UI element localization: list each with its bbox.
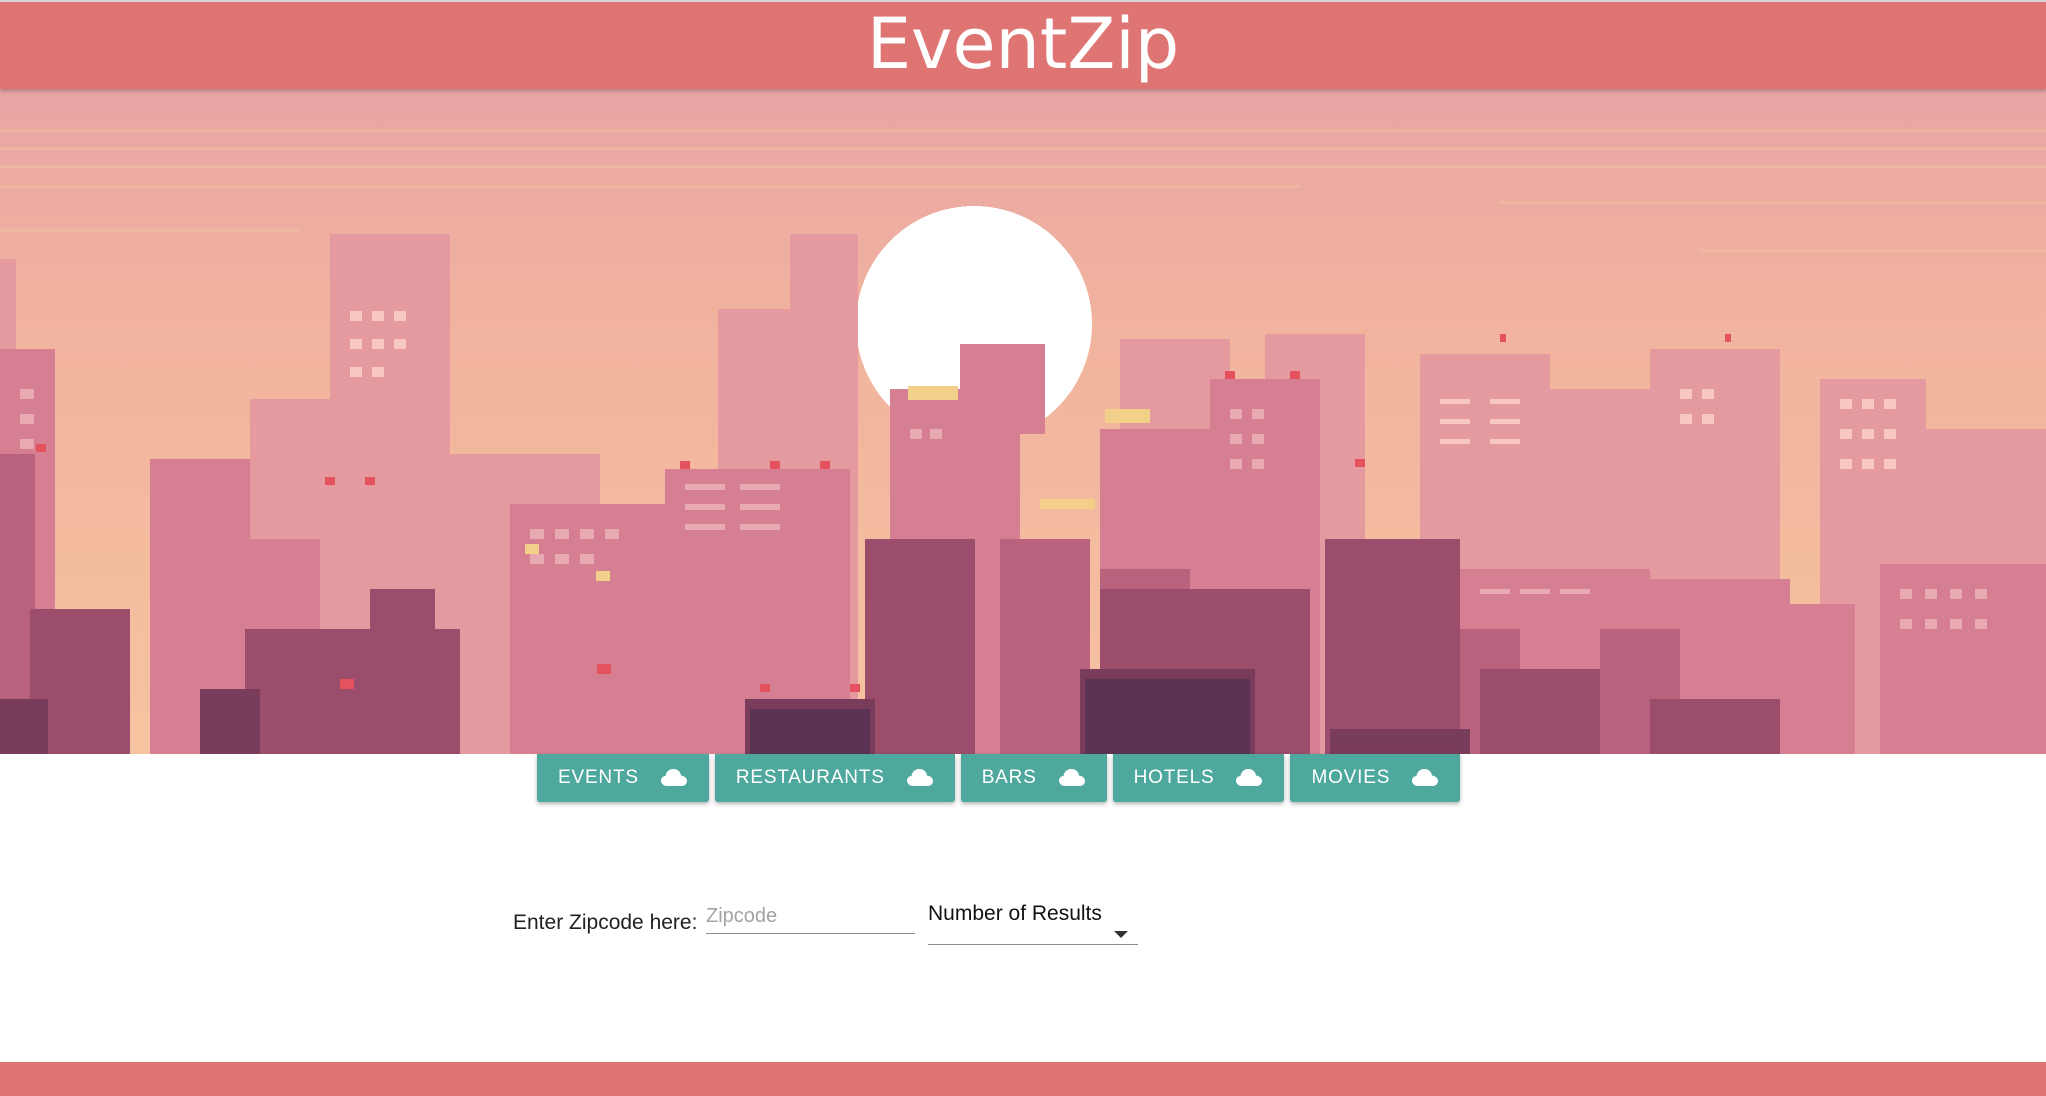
hotels-button-label: HOTELS bbox=[1133, 767, 1215, 788]
search-form: Enter Zipcode here: Number of Results bbox=[513, 890, 1213, 950]
zipcode-input[interactable] bbox=[706, 900, 915, 934]
number-of-results-value: Number of Results bbox=[928, 902, 1102, 925]
app-header: EventZip bbox=[0, 0, 2046, 89]
city-skyline-illustration bbox=[0, 89, 2046, 754]
bars-button-label: BARS bbox=[981, 767, 1037, 788]
app-title: EventZip bbox=[866, 2, 1180, 85]
restaurants-button-label: RESTAURANTS bbox=[735, 767, 885, 788]
category-nav: EVENTS RESTAURANTS BARS HOTELS MOVIES bbox=[537, 754, 1461, 802]
hotels-button[interactable]: HOTELS bbox=[1112, 754, 1285, 802]
cloud-icon bbox=[1058, 769, 1085, 787]
cloud-icon bbox=[1412, 769, 1439, 787]
movies-button[interactable]: MOVIES bbox=[1290, 754, 1461, 802]
movies-button-label: MOVIES bbox=[1311, 767, 1391, 788]
cloud-icon bbox=[660, 769, 687, 787]
number-of-results-select[interactable]: Number of Results bbox=[928, 900, 1138, 945]
bars-button[interactable]: BARS bbox=[960, 754, 1107, 802]
cloud-icon bbox=[1236, 769, 1263, 787]
app-footer bbox=[0, 1062, 2046, 1096]
cloud-icon bbox=[906, 769, 933, 787]
events-button[interactable]: EVENTS bbox=[537, 754, 709, 802]
chevron-down-icon bbox=[1114, 931, 1128, 938]
zipcode-label: Enter Zipcode here: bbox=[513, 911, 698, 934]
hero-banner bbox=[0, 89, 2046, 754]
events-button-label: EVENTS bbox=[558, 767, 639, 788]
restaurants-button[interactable]: RESTAURANTS bbox=[714, 754, 955, 802]
